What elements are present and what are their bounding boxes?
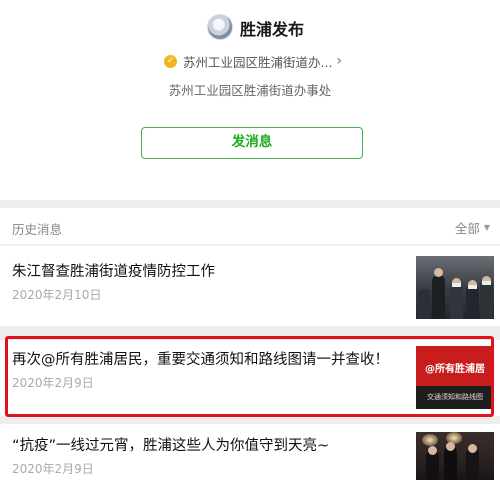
history-label: 历史消息 [12, 222, 63, 237]
verification-text: 苏州工业园区胜浦街道办... [183, 54, 333, 70]
filter-dropdown[interactable]: 全部 ▼ [455, 218, 490, 237]
verification-link[interactable]: ✓ 苏州工业园区胜浦街道办... › [164, 52, 342, 70]
account-avatar[interactable] [207, 14, 233, 40]
send-message-button[interactable]: 发消息 [141, 127, 363, 159]
organization-name: 苏州工业园区胜浦街道办事处 [168, 83, 332, 98]
article-thumbnail [416, 432, 494, 480]
account-name: 胜浦发布 [240, 20, 305, 39]
article-date: 2020年2月9日 [12, 462, 94, 476]
account-header: 胜浦发布 ✓ 苏州工业园区胜浦街道办... › 苏州工业园区胜浦街道办事处 发消… [0, 0, 500, 200]
chevron-right-icon: › [336, 53, 343, 69]
article-item[interactable]: “抗疫”一线过元宵，胜浦这些人为你值守到天亮~ 2020年2月9日 [0, 424, 500, 480]
article-date: 2020年2月10日 [12, 288, 102, 302]
triangle-down-icon: ▼ [483, 223, 490, 232]
article-item[interactable]: 朱江督查胜浦街道疫情防控工作 2020年2月10日 [0, 246, 500, 326]
filter-label: 全部 [454, 221, 480, 236]
history-header: 历史消息 全部 ▼ [0, 208, 500, 244]
article-title: “抗疫”一线过元宵，胜浦这些人为你值守到天亮~ [12, 438, 330, 454]
highlight-box [5, 336, 494, 417]
verified-badge-icon: ✓ [164, 54, 177, 68]
article-thumbnail [416, 256, 494, 319]
article-title: 朱江督查胜浦街道疫情防控工作 [12, 264, 215, 280]
